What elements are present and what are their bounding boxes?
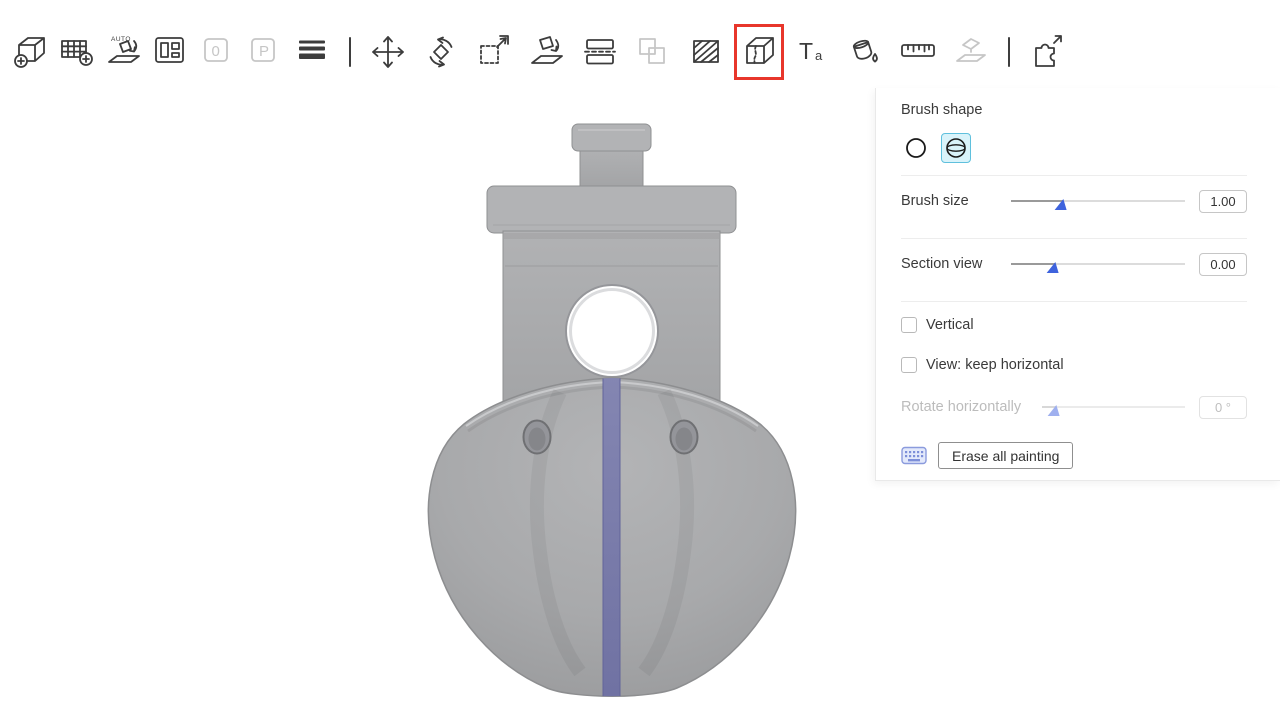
seam-stripe [603,371,620,711]
toolbar-group-plate: AUTO 0 P [8,26,334,78]
svg-text:a: a [815,48,823,63]
layers-icon [292,32,332,72]
svg-text:P: P [259,43,269,60]
slider-thumb[interactable] [1055,199,1070,210]
keep-horizontal-checkbox[interactable] [901,357,917,373]
zero-tool-button[interactable]: 0 [196,26,240,78]
mesh-boolean-button[interactable] [631,26,675,78]
toolbar-group-tools: T a [366,26,993,78]
rotate-icon [421,32,461,72]
add-object-button[interactable] [8,26,52,78]
text-Ta-icon: T a [792,32,832,72]
place-on-face-button[interactable] [525,26,569,78]
rotate-button[interactable] [419,26,463,78]
plugins-button[interactable] [1025,26,1069,78]
move-arrows-icon [368,32,408,72]
vertical-checkbox[interactable] [901,317,917,333]
arrange-button[interactable] [149,26,193,78]
auto-orient-button[interactable]: AUTO [102,26,146,78]
section-view-row: Section view 0.00 [901,239,1247,289]
brush-size-value[interactable]: 1.00 [1199,190,1247,213]
variable-layer-height-button[interactable] [290,26,334,78]
seam-painting-panel: Brush shape Brush size 1.00 Section view [875,88,1280,481]
support-painting-button[interactable] [684,26,728,78]
rotate-horizontally-value[interactable]: 0 ° [1199,396,1247,419]
sphere-brush-icon [944,136,968,160]
paint-pour-icon [845,32,885,72]
cube-plus-icon [10,32,50,72]
keyboard-shortcut-icon [901,446,927,465]
slider-track[interactable] [1042,406,1185,408]
erase-all-painting-button[interactable]: Erase all painting [938,442,1073,469]
hatched-square-icon [686,32,726,72]
slider-thumb[interactable] [1046,262,1061,273]
keep-horizontal-label: View: keep horizontal [926,357,1064,373]
porthole-right [671,421,698,454]
brush-shape-circle-option[interactable] [901,133,931,163]
add-plate-button[interactable] [55,26,99,78]
keep-horizontal-row: View: keep horizontal [901,356,1247,374]
scale-icon [474,32,514,72]
toolbar-group-plugins [1025,26,1069,78]
brush-shape-options [901,133,1247,163]
porthole-left [524,421,551,454]
toolbar: AUTO 0 P [0,0,1280,88]
svg-text:0: 0 [212,43,220,60]
rotate-horizontally-row: Rotate horizontally 0 ° [901,394,1247,420]
puzzle-arrow-icon [1027,32,1067,72]
chimney [572,124,651,190]
toolbar-separator [349,37,351,67]
color-painting-button[interactable] [843,26,887,78]
slider-fill [1011,200,1063,202]
brush-size-slider[interactable] [1011,191,1185,211]
seam-cube-icon [739,32,779,72]
auto-orient-icon: AUTO [104,32,144,72]
move-button[interactable] [366,26,410,78]
overlap-squares-icon [633,32,673,72]
circle-brush-icon [904,136,928,160]
toolbar-separator [1008,37,1010,67]
svg-text:T: T [799,38,813,64]
vertical-label: Vertical [926,317,974,333]
p-badge-icon: P [245,32,285,72]
cut-icon [580,32,620,72]
brush-shape-label: Brush shape [901,101,1247,119]
section-view-value[interactable]: 0.00 [1199,253,1247,276]
zero-badge-icon: 0 [198,32,238,72]
rotate-horizontally-slider[interactable] [1042,397,1185,417]
brush-size-label: Brush size [901,193,1003,209]
erase-row: Erase all painting [901,442,1247,469]
plate-plus-icon [57,32,97,72]
assembly-icon [951,32,991,72]
scale-button[interactable] [472,26,516,78]
section-view-slider[interactable] [1011,254,1185,274]
section-view-label: Section view [901,256,1003,272]
seam-painting-button[interactable] [737,26,781,78]
cut-button[interactable] [578,26,622,78]
panel-divider [901,301,1247,302]
text-tool-button[interactable]: T a [790,26,834,78]
slider-thumb[interactable] [1048,405,1063,416]
p-tool-button[interactable]: P [243,26,287,78]
assembly-view-button[interactable] [949,26,993,78]
rotate-horizontally-label: Rotate horizontally [901,399,1034,415]
measure-button[interactable] [896,26,940,78]
brush-size-row: Brush size 1.00 [901,176,1247,226]
brush-shape-sphere-option[interactable] [941,133,971,163]
vertical-row: Vertical [901,316,1247,334]
place-on-face-icon [527,32,567,72]
arrange-icon [151,32,191,72]
ruler-icon [898,32,938,72]
cabin-window [566,285,658,377]
cabin-roof [487,186,736,233]
